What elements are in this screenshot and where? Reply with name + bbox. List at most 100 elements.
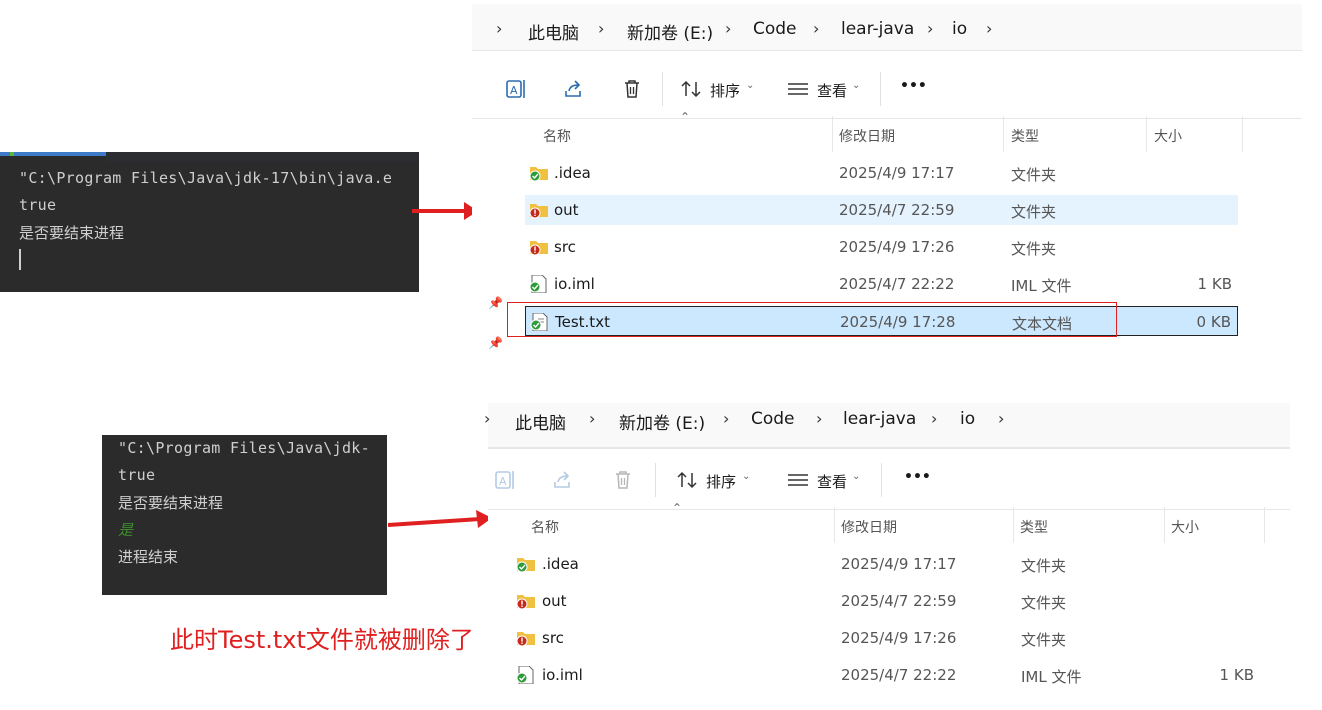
chevron-right-icon[interactable]: › <box>998 409 1004 428</box>
breadcrumb-item[interactable]: lear-java <box>843 409 916 429</box>
column-divider <box>1164 507 1165 543</box>
sort-ascending-icon: ⌃ <box>672 501 683 515</box>
console-caret[interactable] <box>19 249 21 270</box>
breadcrumb-item[interactable]: 此电脑 <box>528 19 579 44</box>
sort-icon <box>677 471 697 489</box>
arrow-right-icon <box>387 510 492 528</box>
chevron-right-icon[interactable]: › <box>813 19 819 38</box>
delete-icon[interactable] <box>611 468 635 492</box>
column-divider <box>1013 507 1014 543</box>
column-header-date[interactable]: 修改日期 <box>841 517 897 537</box>
file-date: 2025/4/9 17:17 <box>839 164 955 182</box>
rename-icon[interactable]: A <box>493 468 517 492</box>
breadcrumb-item[interactable]: io <box>952 19 967 39</box>
sort-ascending-icon: ⌃ <box>680 110 691 124</box>
file-date: 2025/4/7 22:22 <box>839 275 955 293</box>
chevron-down-icon: ⌄ <box>742 471 751 482</box>
file-type: 文件夹 <box>1011 166 1057 184</box>
rename-icon[interactable]: A <box>504 77 528 101</box>
column-header-type[interactable]: 类型 <box>1011 126 1039 146</box>
file-row[interactable]: io.iml 2025/4/7 22:22 IML 文件 1 KB <box>525 269 1238 299</box>
breadcrumb-item[interactable]: 新加卷 (E:) <box>619 409 705 434</box>
highlight-box <box>507 302 1117 337</box>
console-line: "C:\Program Files\Java\jdk- <box>118 439 370 457</box>
file-type: 文件夹 <box>1011 240 1057 258</box>
toolbar-separator <box>662 72 663 106</box>
console-line: 是否要结束进程 <box>118 494 224 512</box>
console-output-before: "C:\Program Files\Java\jdk-17\bin\java.e… <box>0 152 419 292</box>
column-header-name[interactable]: 名称 <box>543 126 571 146</box>
file-type: 文件夹 <box>1011 203 1057 221</box>
chevron-right-icon[interactable]: › <box>927 19 933 38</box>
toolbar-separator <box>655 463 656 497</box>
more-options-icon[interactable]: ••• <box>900 78 927 94</box>
breadcrumb-item[interactable]: io <box>960 409 975 429</box>
file-row[interactable]: src 2025/4/9 17:26 文件夹 <box>525 232 1238 262</box>
column-header-date[interactable]: 修改日期 <box>839 126 895 146</box>
toolbar-separator <box>881 463 882 497</box>
chevron-right-icon[interactable]: › <box>589 409 595 428</box>
chevron-right-icon[interactable]: › <box>931 409 937 428</box>
chevron-right-icon[interactable]: › <box>986 19 992 38</box>
view-label: 查看 <box>817 82 848 100</box>
sort-button[interactable]: 排序 ⌄ <box>680 77 760 101</box>
sort-button[interactable]: 排序 ⌄ <box>676 468 756 492</box>
column-header-name[interactable]: 名称 <box>531 517 559 537</box>
pin-icon[interactable]: 📌 <box>488 336 503 350</box>
file-row[interactable]: .idea 2025/4/9 17:17 文件夹 <box>512 549 1264 579</box>
file-size: 1 KB <box>1197 275 1232 293</box>
console-tab-strip <box>106 152 419 162</box>
folder-synced-icon <box>516 558 535 573</box>
breadcrumb-item[interactable]: Code <box>753 19 797 39</box>
chevron-right-icon[interactable]: › <box>496 19 502 38</box>
column-header-size[interactable]: 大小 <box>1171 517 1199 537</box>
sort-label: 排序 <box>706 473 737 491</box>
chevron-down-icon: ⌄ <box>852 471 861 482</box>
column-header-type[interactable]: 类型 <box>1020 517 1048 537</box>
chevron-down-icon: ⌄ <box>746 80 755 91</box>
breadcrumb-item[interactable]: lear-java <box>841 19 914 39</box>
share-icon[interactable] <box>551 468 575 492</box>
column-divider <box>1264 507 1265 543</box>
console-output-after: "C:\Program Files\Java\jdk- true 是否要结束进程… <box>102 435 387 595</box>
console-run-marker <box>10 152 14 156</box>
delete-icon[interactable] <box>620 77 644 101</box>
chevron-down-icon: ⌄ <box>852 80 861 91</box>
file-type: 文件夹 <box>1021 631 1067 649</box>
more-options-icon[interactable]: ••• <box>904 469 931 485</box>
file-row[interactable]: io.iml 2025/4/7 22:22 IML 文件 1 KB <box>512 660 1264 690</box>
file-date: 2025/4/7 22:59 <box>839 201 955 219</box>
chevron-right-icon[interactable]: › <box>598 19 604 38</box>
chevron-right-icon[interactable]: › <box>816 409 822 428</box>
chevron-right-icon[interactable]: › <box>725 19 731 38</box>
breadcrumb-item[interactable]: 新加卷 (E:) <box>627 19 713 44</box>
toolbar-separator <box>880 72 881 106</box>
column-header-size[interactable]: 大小 <box>1154 126 1182 146</box>
sort-label: 排序 <box>710 82 741 100</box>
console-line: 是否要结束进程 <box>19 224 125 242</box>
folder-sync-error-icon <box>516 632 535 647</box>
file-name: io.iml <box>542 666 583 684</box>
file-row[interactable]: out 2025/4/7 22:59 文件夹 <box>512 586 1264 616</box>
file-row[interactable]: src 2025/4/9 17:26 文件夹 <box>512 623 1264 653</box>
share-icon[interactable] <box>562 77 586 101</box>
file-row[interactable]: out 2025/4/7 22:59 文件夹 <box>525 195 1238 225</box>
view-button[interactable]: 查看 ⌄ <box>788 77 868 101</box>
console-line: "C:\Program Files\Java\jdk-17\bin\java.e <box>19 169 393 187</box>
chevron-right-icon[interactable]: › <box>484 409 490 428</box>
file-size: 0 KB <box>1196 313 1231 331</box>
console-line: 进程结束 <box>118 548 179 566</box>
file-date: 2025/4/7 22:59 <box>841 592 957 610</box>
column-divider <box>1003 116 1004 152</box>
folder-sync-error-icon <box>529 204 548 219</box>
file-name: io.iml <box>554 275 595 293</box>
breadcrumb-item[interactable]: 此电脑 <box>515 409 566 434</box>
chevron-right-icon[interactable]: › <box>723 409 729 428</box>
pin-icon[interactable]: 📌 <box>488 296 503 310</box>
file-name: out <box>542 592 567 610</box>
view-button[interactable]: 查看 ⌄ <box>788 468 868 492</box>
annotation-text: 此时Test.txt文件就被删除了 <box>170 626 474 654</box>
file-row[interactable]: .idea 2025/4/9 17:17 文件夹 <box>525 158 1238 188</box>
console-user-input: 是 <box>118 521 134 539</box>
breadcrumb-item[interactable]: Code <box>751 409 795 429</box>
